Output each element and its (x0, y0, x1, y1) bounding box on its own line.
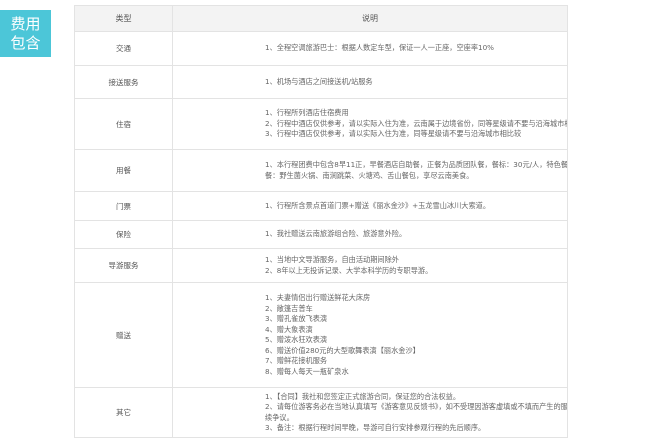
table-header-row: 类型 说明 (74, 5, 568, 32)
desc-line: 8、赠每人每天一瓶矿泉水 (265, 366, 349, 376)
badge-line-1: 费用 (10, 14, 41, 33)
table-row-other: 其它 1、【合同】我社和您签定正式旅游合同，保证您的合法权益。 2、请每位游客务… (74, 387, 568, 438)
desc-line: 1、【合同】我社和您签定正式旅游合同，保证您的合法权益。 (265, 391, 461, 401)
desc-line: 6、赠送价值280元的大型歌舞表演【丽水金沙】 (265, 345, 420, 355)
row-desc: 1、本行程团费中包含8早11正，早餐酒店自助餐，正餐为品质团队餐，餐标：30元/… (172, 149, 568, 192)
desc-line: 2、请每位游客务必在当地认真填写《游客意见反馈书》，如不受理因游客虚填或不填而产… (265, 402, 568, 411)
desc-line: 3、行程中酒店仅供参考，请以实际入住为准，同等星级请不要与沿海城市相比较 (265, 129, 522, 139)
row-type: 交通 (74, 31, 173, 66)
table-row-transport: 交通 1、全程空调旅游巴士：根据人数定车型，保证一人一正座，空座率10% (74, 31, 568, 66)
row-type: 门票 (74, 191, 173, 221)
desc-line: 续争议。 (265, 412, 294, 422)
desc-line: 1、本行程团费中包含8早11正，早餐酒店自助餐，正餐为品质团队餐，餐标：30元/… (265, 160, 568, 169)
table-row-gifts: 赠送 1、夫妻情侣出行赠送鲜花大床房 2、敞篷吉普车 3、赠孔雀放飞表演 4、赠… (74, 282, 568, 388)
fee-table: 类型 说明 交通 1、全程空调旅游巴士：根据人数定车型，保证一人一正座，空座率1… (74, 5, 568, 438)
desc-line: 2、8年以上无投诉记录、大学本科学历的专职导游。 (265, 265, 433, 275)
row-desc: 1、机场与酒店之间接送机/站服务 (172, 65, 568, 99)
row-desc: 1、当地中文导游服务，自由活动期间除外 2、8年以上无投诉记录、大学本科学历的专… (172, 248, 568, 283)
desc-line: 1、机场与酒店之间接送机/站服务 (265, 76, 373, 86)
table-row-insurance: 保险 1、我社赠送云南旅游组合险、旅游意外险。 (74, 220, 568, 249)
desc-line: 2、敞篷吉普车 (265, 303, 313, 313)
row-desc: 1、行程所含景点首道门票+赠送《丽水金沙》+玉龙雪山冰川大索道。 (172, 191, 568, 221)
row-type: 保险 (74, 220, 173, 249)
table-row-lodging: 住宿 1、行程所列酒店住宿费用 2、行程中酒店仅供参考，请以实际入住为准，云南属… (74, 98, 568, 150)
desc-line: 1、行程所含景点首道门票+赠送《丽水金沙》+玉龙雪山冰川大索道。 (265, 200, 491, 210)
fee-included-badge: 费用 包含 (0, 10, 51, 57)
row-desc: 1、【合同】我社和您签定正式旅游合同，保证您的合法权益。 2、请每位游客务必在当… (172, 387, 568, 438)
desc-line: 1、夫妻情侣出行赠送鲜花大床房 (265, 293, 371, 302)
row-desc: 1、全程空调旅游巴士：根据人数定车型，保证一人一正座，空座率10% (172, 31, 568, 66)
desc-line: 3、备注：根据行程时间早晚，导游可自行安排参观行程的先后顺序。 (265, 423, 486, 432)
row-type: 其它 (74, 387, 173, 438)
header-desc: 说明 (172, 5, 568, 32)
desc-line: 餐：野生菌火锅、南涧跳菜、火塘鸡、舌山餐包，享尽云南美食。 (265, 170, 474, 180)
desc-line: 7、赠鲜花接机服务 (265, 356, 328, 365)
desc-line: 1、当地中文导游服务，自由活动期间除外 (265, 255, 399, 264)
badge-line-2: 包含 (10, 33, 41, 52)
row-desc: 1、夫妻情侣出行赠送鲜花大床房 2、敞篷吉普车 3、赠孔雀放飞表演 4、赠大象表… (172, 282, 568, 388)
row-type: 接送服务 (74, 65, 173, 99)
row-type: 住宿 (74, 98, 173, 150)
header-type: 类型 (74, 5, 173, 32)
row-desc: 1、行程所列酒店住宿费用 2、行程中酒店仅供参考，请以实际入住为准，云南属于边境… (172, 98, 568, 150)
table-row-transfer: 接送服务 1、机场与酒店之间接送机/站服务 (74, 65, 568, 99)
table-row-meals: 用餐 1、本行程团费中包含8早11正，早餐酒店自助餐，正餐为品质团队餐，餐标：3… (74, 149, 568, 192)
desc-line: 4、赠大象表演 (265, 324, 313, 334)
row-type: 赠送 (74, 282, 173, 388)
row-type: 用餐 (74, 149, 173, 192)
desc-line: 1、行程所列酒店住宿费用 (265, 108, 349, 118)
desc-line: 3、赠孔雀放飞表演 (265, 314, 328, 323)
desc-line: 5、赠泼水狂欢表演 (265, 335, 328, 344)
table-row-tickets: 门票 1、行程所含景点首道门票+赠送《丽水金沙》+玉龙雪山冰川大索道。 (74, 191, 568, 221)
desc-line: 1、我社赠送云南旅游组合险、旅游意外险。 (265, 229, 407, 239)
desc-line: 2、行程中酒店仅供参考，请以实际入住为准，云南属于边境省份，同等星级请不要与沿海… (265, 118, 568, 128)
desc-line: 1、全程空调旅游巴士：根据人数定车型，保证一人一正座，空座率10% (265, 43, 494, 53)
table-row-guide: 导游服务 1、当地中文导游服务，自由活动期间除外 2、8年以上无投诉记录、大学本… (74, 248, 568, 283)
row-desc: 1、我社赠送云南旅游组合险、旅游意外险。 (172, 220, 568, 249)
row-type: 导游服务 (74, 248, 173, 283)
